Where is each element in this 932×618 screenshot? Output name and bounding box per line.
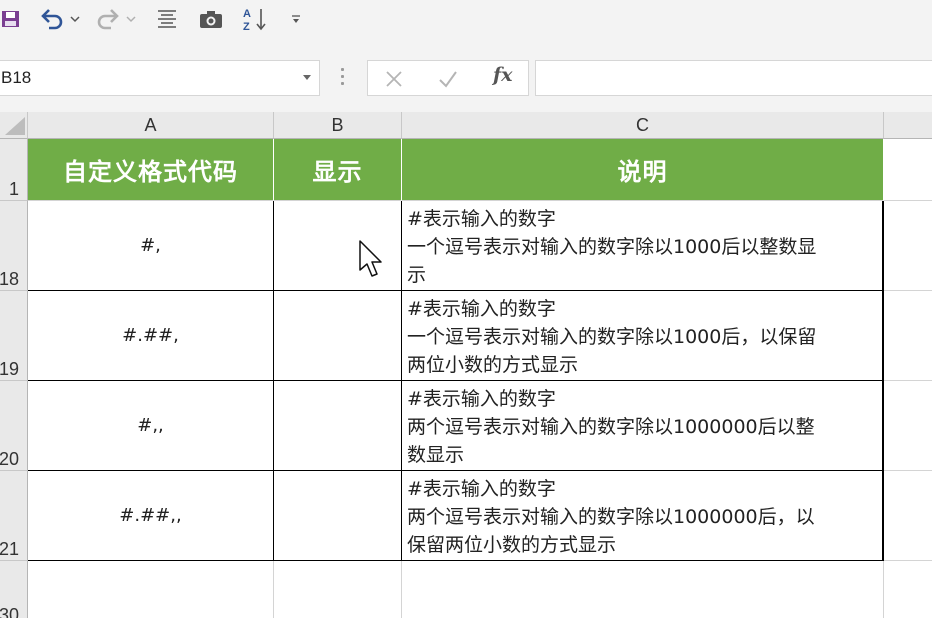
spreadsheet-grid: A B C 1 自定义格式代码 显示 说明 18 #, #表示输入的数字 一个逗… xyxy=(0,112,932,618)
insert-function-button[interactable]: fx xyxy=(493,64,513,86)
save-icon[interactable] xyxy=(0,6,22,32)
formula-controls: fx xyxy=(367,60,529,96)
cell-b1[interactable]: 显示 xyxy=(274,139,402,201)
cell-d18[interactable] xyxy=(884,201,932,291)
column-header-b[interactable]: B xyxy=(274,112,402,139)
row-header-20[interactable]: 20 xyxy=(0,381,28,471)
formula-bar: B18 fx xyxy=(0,40,932,112)
cell-a21[interactable]: #.##,, xyxy=(28,471,274,561)
cell-a18[interactable]: #, xyxy=(28,201,274,291)
cell-a30[interactable] xyxy=(28,561,274,618)
cell-b19[interactable] xyxy=(274,291,402,381)
undo-dropdown-icon[interactable] xyxy=(68,6,82,32)
table-border xyxy=(882,201,884,561)
camera-icon[interactable] xyxy=(198,6,224,32)
redo-dropdown-icon[interactable] xyxy=(124,6,138,32)
cell-d20[interactable] xyxy=(884,381,932,471)
row-number: 1 xyxy=(8,179,19,199)
cancel-icon[interactable] xyxy=(385,70,403,88)
row-header-1[interactable]: 1 xyxy=(0,139,28,201)
cell-c1[interactable]: 说明 xyxy=(402,139,884,201)
table-border xyxy=(28,560,884,561)
cell-d21[interactable] xyxy=(884,471,932,561)
cell-d19[interactable] xyxy=(884,291,932,381)
row-number: 20 xyxy=(0,449,19,469)
row-header-30[interactable]: 30 xyxy=(0,561,28,618)
cell-a19[interactable]: #.##, xyxy=(28,291,274,381)
cell-a20[interactable]: #,, xyxy=(28,381,274,471)
table-border xyxy=(273,201,274,561)
cell-c19[interactable]: #表示输入的数字 一个逗号表示对输入的数字除以1000后，以保留 两位小数的方式… xyxy=(402,291,884,381)
cell-c30[interactable] xyxy=(402,561,884,618)
cell-c20[interactable]: #表示输入的数字 两个逗号表示对输入的数字除以1000000后以整 数显示 xyxy=(402,381,884,471)
name-box-dropdown-icon[interactable] xyxy=(303,75,311,80)
name-box[interactable]: B18 xyxy=(0,60,320,96)
customize-qat-icon[interactable] xyxy=(288,6,304,32)
formula-bar-splitter-icon[interactable] xyxy=(341,68,345,88)
row-number: 21 xyxy=(0,539,19,559)
table-border xyxy=(28,470,884,471)
redo-icon[interactable] xyxy=(94,6,122,32)
center-align-icon[interactable] xyxy=(154,6,180,32)
cell-a1[interactable]: 自定义格式代码 xyxy=(28,139,274,201)
enter-check-icon[interactable] xyxy=(438,70,458,88)
quick-access-toolbar: A Z xyxy=(0,0,932,40)
row-number: 18 xyxy=(0,269,19,289)
table-border xyxy=(28,290,884,291)
row-header-18[interactable]: 18 xyxy=(0,201,28,291)
row-header-19[interactable]: 19 xyxy=(0,291,28,381)
row-number: 19 xyxy=(0,359,19,379)
column-header-d[interactable] xyxy=(884,112,932,139)
row-header-21[interactable]: 21 xyxy=(0,471,28,561)
mouse-pointer-icon xyxy=(359,240,382,277)
sort-label-a: A xyxy=(243,8,251,20)
cell-d1[interactable] xyxy=(884,139,932,201)
formula-input[interactable] xyxy=(535,60,932,96)
cell-b20[interactable] xyxy=(274,381,402,471)
cell-d30[interactable] xyxy=(884,561,932,618)
row-number: 30 xyxy=(0,605,19,618)
name-box-value[interactable]: B18 xyxy=(1,68,31,88)
table-border xyxy=(28,380,884,381)
sort-label-z: Z xyxy=(243,21,250,32)
cell-b21[interactable] xyxy=(274,471,402,561)
column-header-c[interactable]: C xyxy=(402,112,884,139)
undo-icon[interactable] xyxy=(38,6,66,32)
cell-c21[interactable]: #表示输入的数字 两个逗号表示对输入的数字除以1000000后，以 保留两位小数… xyxy=(402,471,884,561)
table-border xyxy=(401,201,402,561)
select-all-corner[interactable] xyxy=(0,112,28,139)
cell-c18[interactable]: #表示输入的数字 一个逗号表示对输入的数字除以1000后以整数显 示 xyxy=(402,201,884,291)
column-header-a[interactable]: A xyxy=(28,112,274,139)
sort-az-icon[interactable]: A Z xyxy=(242,6,268,32)
cell-b30[interactable] xyxy=(274,561,402,618)
